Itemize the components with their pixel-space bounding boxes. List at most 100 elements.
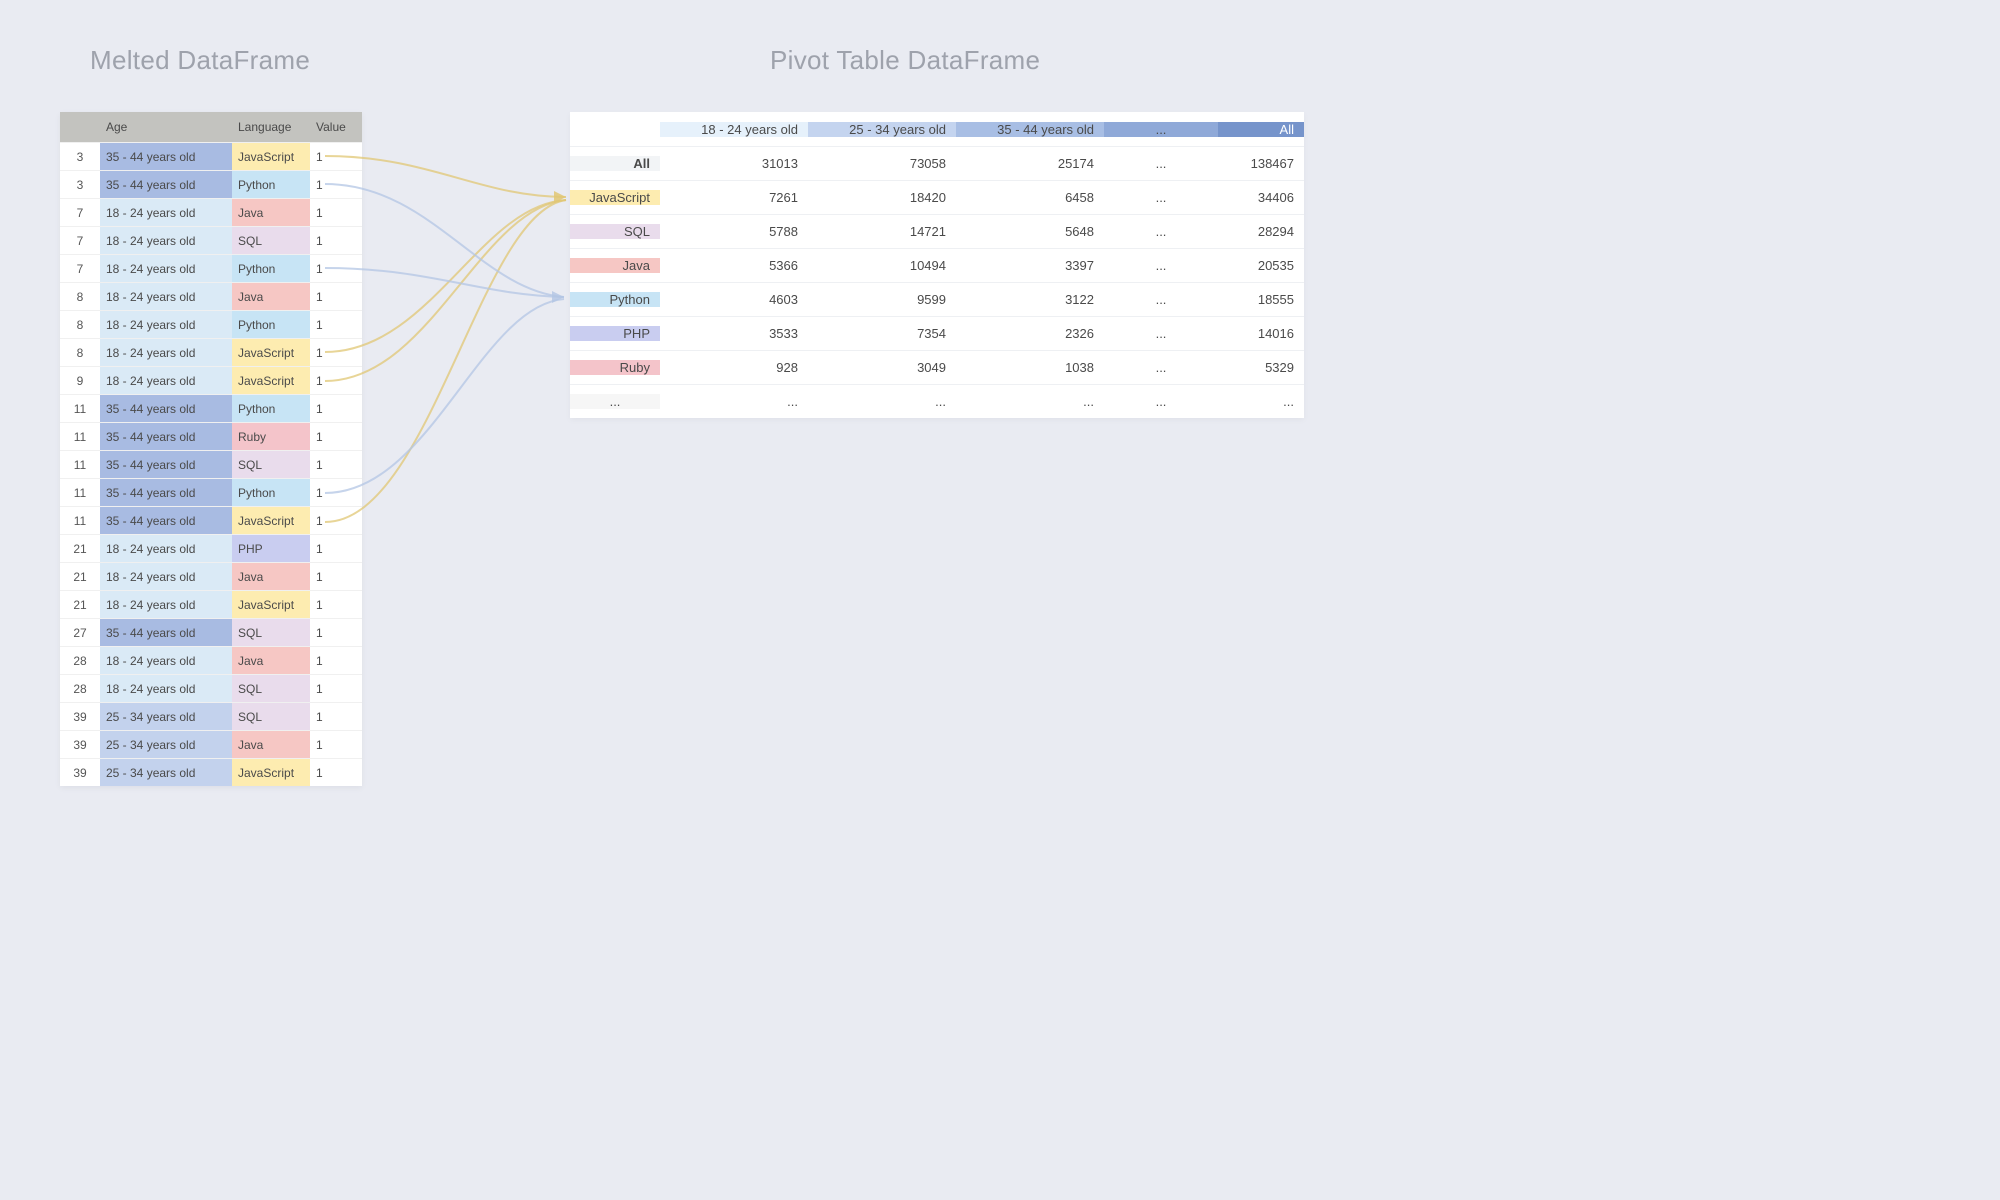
- row-index: 27: [60, 626, 100, 640]
- row-language: JavaScript: [232, 339, 310, 366]
- row-index: 3: [60, 178, 100, 192]
- pivot-cell: 4603: [660, 292, 808, 307]
- pivot-cell: 3122: [956, 292, 1104, 307]
- table-row: 818 - 24 years oldPython1: [60, 310, 362, 338]
- row-language: Java: [232, 647, 310, 674]
- row-age: 25 - 34 years old: [100, 759, 232, 786]
- pivot-cell: 928: [660, 360, 808, 375]
- row-value: 1: [310, 150, 362, 164]
- row-value: 1: [310, 710, 362, 724]
- pivot-cell: 5648: [956, 224, 1104, 239]
- pivot-cell: 34406: [1218, 190, 1304, 205]
- row-age: 18 - 24 years old: [100, 675, 232, 702]
- row-value: 1: [310, 178, 362, 192]
- row-value: 1: [310, 570, 362, 584]
- pivot-cell: 31013: [660, 156, 808, 171]
- title-melted: Melted DataFrame: [90, 45, 310, 76]
- melted-header: Age Language Value: [60, 112, 362, 142]
- row-age: 25 - 34 years old: [100, 703, 232, 730]
- row-language: Python: [232, 171, 310, 198]
- row-index: 28: [60, 654, 100, 668]
- pivot-cell: 20535: [1218, 258, 1304, 273]
- table-row: 918 - 24 years oldJavaScript1: [60, 366, 362, 394]
- row-age: 35 - 44 years old: [100, 171, 232, 198]
- row-age: 35 - 44 years old: [100, 451, 232, 478]
- row-value: 1: [310, 234, 362, 248]
- row-index: 11: [60, 514, 100, 528]
- pivot-cell: 7354: [808, 326, 956, 341]
- row-index: 8: [60, 318, 100, 332]
- row-index: 7: [60, 234, 100, 248]
- row-language: JavaScript: [232, 759, 310, 786]
- pivot-cell: ...: [1104, 224, 1218, 239]
- row-language: Java: [232, 283, 310, 310]
- row-age: 18 - 24 years old: [100, 255, 232, 282]
- table-row: Ruby92830491038...5329: [570, 350, 1304, 384]
- table-row: 1135 - 44 years oldRuby1: [60, 422, 362, 450]
- pivot-cell: 14721: [808, 224, 956, 239]
- pivot-row-label: Ruby: [570, 360, 660, 375]
- table-row: 1135 - 44 years oldJavaScript1: [60, 506, 362, 534]
- row-value: 1: [310, 682, 362, 696]
- row-language: SQL: [232, 451, 310, 478]
- row-value: 1: [310, 654, 362, 668]
- row-value: 1: [310, 290, 362, 304]
- row-age: 18 - 24 years old: [100, 647, 232, 674]
- table-row: 335 - 44 years oldJavaScript1: [60, 142, 362, 170]
- pivot-cell: 138467: [1218, 156, 1304, 171]
- pivot-cell: 28294: [1218, 224, 1304, 239]
- row-index: 11: [60, 402, 100, 416]
- pivot-cell: ...: [1104, 292, 1218, 307]
- pivot-cell: ...: [1104, 190, 1218, 205]
- table-row: ..................: [570, 384, 1304, 418]
- row-value: 1: [310, 402, 362, 416]
- row-language: SQL: [232, 619, 310, 646]
- melted-header-language: Language: [232, 120, 310, 134]
- row-age: 18 - 24 years old: [100, 339, 232, 366]
- row-index: 39: [60, 710, 100, 724]
- table-row: 818 - 24 years oldJavaScript1: [60, 338, 362, 366]
- table-row: 3925 - 34 years oldJava1: [60, 730, 362, 758]
- melted-table: Age Language Value 335 - 44 years oldJav…: [60, 112, 362, 786]
- table-row: All310137305825174...138467: [570, 146, 1304, 180]
- row-index: 39: [60, 766, 100, 780]
- table-row: 1135 - 44 years oldSQL1: [60, 450, 362, 478]
- pivot-cell: ...: [1104, 326, 1218, 341]
- row-language: JavaScript: [232, 591, 310, 618]
- row-value: 1: [310, 458, 362, 472]
- row-age: 35 - 44 years old: [100, 619, 232, 646]
- table-row: 2118 - 24 years oldJava1: [60, 562, 362, 590]
- row-age: 18 - 24 years old: [100, 283, 232, 310]
- row-index: 28: [60, 682, 100, 696]
- row-value: 1: [310, 430, 362, 444]
- row-age: 18 - 24 years old: [100, 563, 232, 590]
- row-value: 1: [310, 514, 362, 528]
- pivot-cell: 6458: [956, 190, 1104, 205]
- row-age: 18 - 24 years old: [100, 591, 232, 618]
- row-value: 1: [310, 486, 362, 500]
- row-index: 8: [60, 346, 100, 360]
- table-row: 2818 - 24 years oldSQL1: [60, 674, 362, 702]
- pivot-row-label: Java: [570, 258, 660, 273]
- row-age: 18 - 24 years old: [100, 311, 232, 338]
- table-row: Python460395993122...18555: [570, 282, 1304, 316]
- pivot-header: 18 - 24 years old 25 - 34 years old 35 -…: [570, 112, 1304, 146]
- row-language: SQL: [232, 227, 310, 254]
- pivot-cell: 18420: [808, 190, 956, 205]
- table-row: JavaScript7261184206458...34406: [570, 180, 1304, 214]
- pivot-cell: 1038: [956, 360, 1104, 375]
- table-row: 718 - 24 years oldJava1: [60, 198, 362, 226]
- table-row: 2735 - 44 years oldSQL1: [60, 618, 362, 646]
- pivot-cell: 14016: [1218, 326, 1304, 341]
- pivot-header-col3: 35 - 44 years old: [956, 122, 1104, 137]
- table-row: 1135 - 44 years oldPython1: [60, 394, 362, 422]
- table-row: 335 - 44 years oldPython1: [60, 170, 362, 198]
- row-index: 21: [60, 542, 100, 556]
- pivot-row-label: JavaScript: [570, 190, 660, 205]
- pivot-table: 18 - 24 years old 25 - 34 years old 35 -…: [570, 112, 1304, 418]
- table-row: 2118 - 24 years oldPHP1: [60, 534, 362, 562]
- row-index: 8: [60, 290, 100, 304]
- row-index: 9: [60, 374, 100, 388]
- pivot-row-label: PHP: [570, 326, 660, 341]
- row-age: 18 - 24 years old: [100, 535, 232, 562]
